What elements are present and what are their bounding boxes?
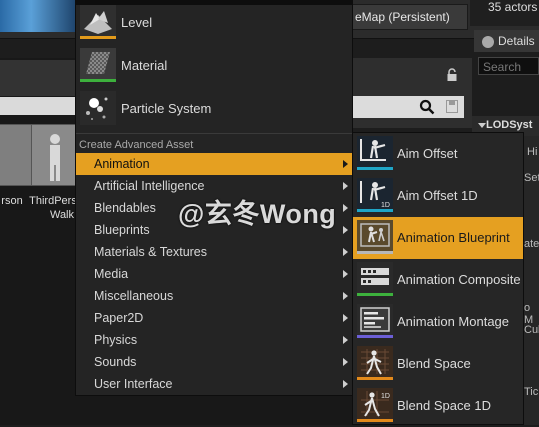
category-label: Media xyxy=(94,267,129,281)
level-icon xyxy=(80,5,116,39)
menu-item-label: Particle System xyxy=(121,101,212,116)
menu-item-material[interactable]: Material xyxy=(80,46,350,86)
menu-item-particle-system[interactable]: Particle System xyxy=(80,89,350,129)
category-animation[interactable]: Animation xyxy=(76,153,352,175)
chevron-right-icon xyxy=(343,380,348,388)
watermark: @玄冬Wong xyxy=(178,199,337,229)
chevron-right-icon xyxy=(343,182,348,190)
category-label: Blueprints xyxy=(94,223,150,237)
category-label: Physics xyxy=(94,333,138,347)
material-icon xyxy=(80,48,116,82)
chevron-right-icon xyxy=(343,270,348,278)
animation-composite-icon xyxy=(357,262,393,296)
submenu-item-aim-offset-1d[interactable]: 1D Aim Offset 1D xyxy=(353,175,523,217)
aim-offset-1d-icon: 1D xyxy=(357,178,393,212)
particle-system-icon xyxy=(80,91,116,125)
category-user-interface[interactable]: User Interface xyxy=(76,373,352,395)
aim-offset-icon xyxy=(357,136,393,170)
details-property-panel: Hi Setu ate o M Cul Tick xyxy=(522,136,539,425)
submenu-item-label: Animation Montage xyxy=(397,314,510,329)
asset-tile[interactable] xyxy=(31,124,79,186)
submenu-item-label: Aim Offset 1D xyxy=(397,188,478,203)
property-label: ate xyxy=(524,238,539,250)
category-label: Sounds xyxy=(94,355,137,369)
asset-tile-label: ThirdPers xyxy=(29,195,77,207)
section-header-advanced: Create Advanced Asset xyxy=(79,139,194,151)
category-paper2d[interactable]: Paper2D xyxy=(76,307,352,329)
level-title: eMap (Persistent) xyxy=(352,4,468,30)
submenu-item-animation-montage[interactable]: Animation Montage xyxy=(353,301,523,343)
chevron-right-icon xyxy=(343,160,348,168)
save-icon[interactable] xyxy=(446,100,458,113)
details-icon xyxy=(482,35,494,48)
submenu-item-label: Animation Blueprint xyxy=(397,230,510,245)
submenu-item-label: Aim Offset xyxy=(397,146,458,161)
category-materials-textures[interactable]: Materials & Textures xyxy=(76,241,352,263)
submenu-item-aim-offset[interactable]: Aim Offset xyxy=(353,133,523,175)
submenu-item-animation-blueprint[interactable]: Animation Blueprint xyxy=(353,217,523,259)
property-label: Hi xyxy=(527,146,538,158)
search-icon[interactable] xyxy=(419,99,435,115)
chevron-right-icon xyxy=(343,314,348,322)
category-label: User Interface xyxy=(94,377,173,391)
submenu-item-label: Blend Space 1D xyxy=(397,398,491,413)
chevron-right-icon xyxy=(343,226,348,234)
category-physics[interactable]: Physics xyxy=(76,329,352,351)
tab-details[interactable]: Details xyxy=(474,30,539,52)
lock-icon[interactable] xyxy=(446,68,458,82)
chevron-down-icon xyxy=(478,123,486,128)
content-path-bar[interactable] xyxy=(0,97,76,115)
svg-text:1D: 1D xyxy=(381,202,390,209)
category-miscellaneous[interactable]: Miscellaneous xyxy=(76,285,352,307)
animation-blueprint-icon xyxy=(357,220,393,254)
property-label: Cul xyxy=(524,324,539,336)
property-label: Setu xyxy=(524,172,539,184)
animation-submenu: Aim Offset 1D Aim Offset 1D Animation Bl… xyxy=(352,132,524,425)
submenu-item-blend-space[interactable]: Blend Space xyxy=(353,343,523,385)
category-label: Materials & Textures xyxy=(94,245,208,259)
submenu-item-label: Blend Space xyxy=(397,356,471,371)
svg-text:1D: 1D xyxy=(381,393,390,400)
category-list: Animation Artificial Intelligence Blenda… xyxy=(76,153,352,395)
chevron-right-icon xyxy=(343,336,348,344)
category-label: Animation xyxy=(94,157,150,171)
submenu-item-label: Animation Composite xyxy=(397,272,521,287)
property-label: o M xyxy=(524,302,534,326)
category-label: Paper2D xyxy=(94,311,144,325)
category-sounds[interactable]: Sounds xyxy=(76,351,352,373)
property-label: Tick xyxy=(524,386,539,398)
toolbar-icon-strip[interactable] xyxy=(0,0,78,32)
animation-montage-icon xyxy=(357,304,393,338)
details-search-input[interactable]: Search xyxy=(478,57,539,75)
category-label: Artificial Intelligence xyxy=(94,179,205,193)
details-tab-label: Details xyxy=(498,34,535,48)
chevron-right-icon xyxy=(343,358,348,366)
blend-space-icon xyxy=(357,346,393,380)
chevron-right-icon xyxy=(343,204,348,212)
chevron-right-icon xyxy=(343,292,348,300)
chevron-right-icon xyxy=(343,248,348,256)
actor-count: 35 actors xyxy=(470,0,539,26)
menu-item-level[interactable]: Level xyxy=(80,3,350,43)
menu-item-label: Level xyxy=(121,15,153,30)
lod-section-label: LODSyst xyxy=(486,119,533,131)
blend-space-1d-icon: 1D xyxy=(357,388,393,422)
content-browser-toolbar xyxy=(0,60,76,96)
category-media[interactable]: Media xyxy=(76,263,352,285)
submenu-item-animation-composite[interactable]: Animation Composite xyxy=(353,259,523,301)
menu-item-label: Material xyxy=(121,58,168,73)
category-label: Blendables xyxy=(94,201,156,215)
menu-separator xyxy=(76,133,352,134)
asset-tile[interactable] xyxy=(0,124,34,186)
submenu-item-blend-space-1d[interactable]: 1D Blend Space 1D xyxy=(353,385,523,427)
category-label: Miscellaneous xyxy=(94,289,174,303)
